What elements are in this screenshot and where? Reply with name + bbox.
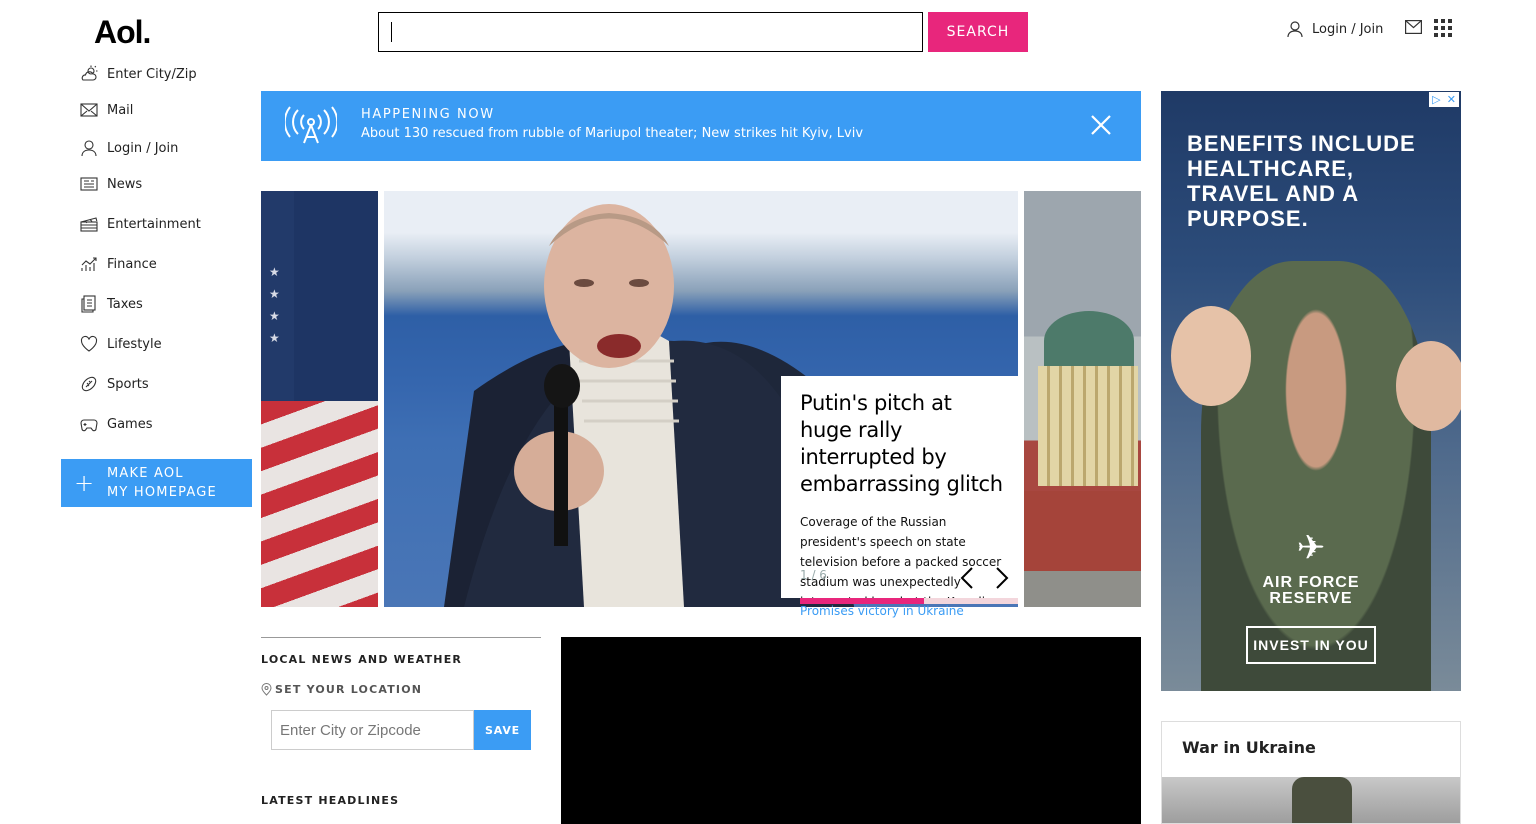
sidebar-item-label: Sports xyxy=(107,376,149,392)
ad-brand: AIR FORCE RESERVE xyxy=(1161,575,1461,607)
air-force-wings-icon: ✈ xyxy=(1296,528,1326,568)
sidebar-item-label: Login / Join xyxy=(107,140,179,156)
sidebar-item-games[interactable]: Games xyxy=(80,413,152,435)
sidebar-item-news[interactable]: News xyxy=(80,173,142,195)
documents-icon xyxy=(81,295,96,313)
search-caret xyxy=(391,22,392,42)
carousel-next-slide-image[interactable] xyxy=(1024,191,1141,607)
war-module-image[interactable] xyxy=(1162,777,1460,823)
sidebar-item-finance[interactable]: Finance xyxy=(80,253,157,275)
sidebar-item-label: Entertainment xyxy=(107,216,201,232)
war-in-ukraine-module[interactable]: War in Ukraine xyxy=(1161,721,1461,824)
video-player[interactable] xyxy=(561,637,1141,824)
sidebar-item-label: Lifestyle xyxy=(107,336,162,352)
sidebar-item-mail[interactable]: Mail xyxy=(80,99,133,121)
finance-chart-icon xyxy=(81,257,97,271)
zipcode-input[interactable]: Enter City or Zipcode xyxy=(271,710,474,750)
football-icon xyxy=(81,376,97,392)
happening-now-banner[interactable]: HAPPENING NOW About 130 rescued from rub… xyxy=(261,91,1141,161)
gamepad-icon xyxy=(80,419,98,432)
sidebar-item-sports[interactable]: Sports xyxy=(80,373,149,395)
story-description: Coverage of the Russian president's spee… xyxy=(800,515,1002,598)
news-icon xyxy=(80,177,98,191)
chevron-right-icon[interactable] xyxy=(995,566,1009,590)
carousel-story-card[interactable]: Putin's pitch at huge rally interrupted … xyxy=(781,376,1023,598)
ad-child-figure xyxy=(1171,306,1251,406)
user-icon xyxy=(1287,21,1303,38)
adchoices-icon[interactable]: ▷ ✕ xyxy=(1429,92,1459,107)
war-module-title[interactable]: War in Ukraine xyxy=(1182,738,1316,757)
set-location-link[interactable]: SET YOUR LOCATION xyxy=(261,683,422,696)
slide-counter: 1 / 6 xyxy=(800,568,827,582)
plus-icon: + xyxy=(73,469,95,497)
happening-now-title: HAPPENING NOW xyxy=(361,107,495,122)
ad-headline: BENEFITS INCLUDE HEALTHCARE, TRAVEL AND … xyxy=(1187,131,1416,231)
chevron-left-icon[interactable] xyxy=(960,566,974,590)
sidebar-item-label: News xyxy=(107,176,143,192)
sidebar-item-label: Mail xyxy=(107,102,134,118)
apps-grid-icon[interactable] xyxy=(1434,19,1452,37)
flag-stripes xyxy=(261,401,378,607)
header-login-link[interactable]: Login / Join xyxy=(1286,18,1383,40)
clapperboard-icon xyxy=(80,217,98,232)
header-login-label: Login / Join xyxy=(1312,21,1384,37)
happening-now-headline[interactable]: About 130 rescued from rubble of Mariupo… xyxy=(361,126,863,141)
aol-logo[interactable]: Aol. xyxy=(94,14,151,51)
ad-brand-line2: RESERVE xyxy=(1269,590,1353,607)
sidebar-item-lifestyle[interactable]: Lifestyle xyxy=(80,333,162,355)
make-homepage-line1: MAKE AOL xyxy=(107,466,184,481)
make-homepage-label: MAKE AOL MY HOMEPAGE xyxy=(107,464,217,502)
latest-headlines-heading: LATEST HEADLINES xyxy=(261,794,400,807)
carousel-prev-slide-image[interactable]: ★ ★ ★ ★ xyxy=(261,191,378,607)
heart-icon xyxy=(80,335,98,352)
flag-stars: ★ ★ ★ ★ xyxy=(269,265,280,345)
location-pin-icon xyxy=(261,683,272,696)
ad-child-figure xyxy=(1396,341,1461,431)
close-icon[interactable] xyxy=(1089,113,1113,137)
sidebar-item-label: Enter City/Zip xyxy=(107,66,197,82)
mail-icon xyxy=(80,103,98,117)
local-news-heading: LOCAL NEWS AND WEATHER xyxy=(261,653,463,666)
broadcast-icon xyxy=(285,106,337,144)
set-location-label: SET YOUR LOCATION xyxy=(275,683,423,696)
make-homepage-line2: MY HOMEPAGE xyxy=(107,485,217,500)
advertisement[interactable]: ▷ ✕ BENEFITS INCLUDE HEALTHCARE, TRAVEL A… xyxy=(1161,91,1461,691)
make-homepage-button[interactable]: + MAKE AOL MY HOMEPAGE xyxy=(61,459,252,507)
sidebar-item-weather[interactable]: Enter City/Zip xyxy=(80,63,197,85)
tank-figure xyxy=(1292,777,1352,823)
red-wall xyxy=(1024,491,1141,571)
sidebar-item-entertainment[interactable]: Entertainment xyxy=(80,213,201,235)
mail-icon[interactable] xyxy=(1405,20,1422,34)
search-button[interactable]: SEARCH xyxy=(928,12,1028,52)
save-location-button[interactable]: SAVE xyxy=(474,710,531,750)
sidebar-item-login[interactable]: Login / Join xyxy=(80,137,178,159)
building-roof xyxy=(1044,311,1134,371)
building-facade xyxy=(1038,366,1138,486)
divider xyxy=(261,637,541,638)
search-input[interactable] xyxy=(378,12,923,52)
next-story-link[interactable]: Promises victory in Ukraine xyxy=(800,604,964,618)
sidebar-item-label: Games xyxy=(107,416,153,432)
sidebar-item-label: Taxes xyxy=(107,296,143,312)
ad-cta-button[interactable]: INVEST IN YOU xyxy=(1246,626,1376,664)
ad-brand-line1: AIR FORCE xyxy=(1262,574,1360,591)
weather-icon xyxy=(81,65,98,81)
story-title[interactable]: Putin's pitch at huge rally interrupted … xyxy=(800,390,1005,498)
sidebar-item-taxes[interactable]: Taxes xyxy=(80,293,143,315)
user-icon xyxy=(81,140,97,157)
sidebar-item-label: Finance xyxy=(107,256,157,272)
